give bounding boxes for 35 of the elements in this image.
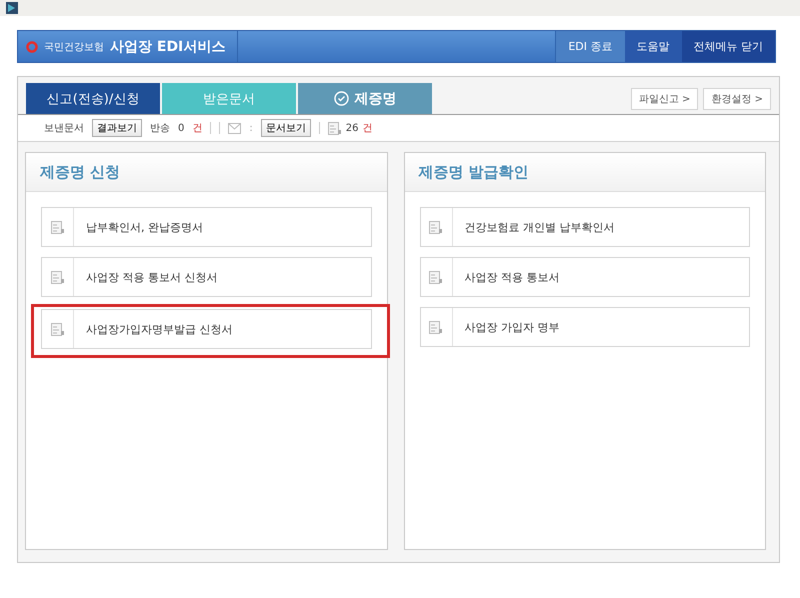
document-list-item[interactable]: 납부확인서, 완납증명서	[41, 207, 372, 247]
document-icon	[50, 322, 64, 336]
result-button[interactable]: 결과보기	[92, 119, 142, 137]
panel-title: 제증명 발급확인	[418, 162, 529, 182]
unit-label: 건	[192, 122, 202, 135]
logo-text: 국민건강보험	[44, 40, 104, 54]
link-button[interactable]: 파일신고 >	[630, 88, 698, 110]
logo-icon	[26, 40, 38, 52]
document-list-item[interactable]: 건강보험료 개인별 납부확인서	[420, 207, 750, 247]
document-icon	[50, 270, 64, 284]
header-button[interactable]: 도움말	[624, 31, 682, 62]
document-list-item[interactable]: 사업장가입자명부발급 신청서	[41, 309, 372, 349]
returned-count: 0	[178, 122, 184, 134]
panel-title: 제증명 신청	[40, 162, 120, 182]
tab[interactable]: 신고(전송)/신청	[26, 83, 160, 114]
document-list-item[interactable]: 사업장 가입자 명부	[420, 307, 750, 347]
document-icon	[429, 320, 443, 334]
view-document-button[interactable]: 문서보기	[260, 119, 311, 137]
colon-mark: :	[249, 122, 253, 134]
document-list-item[interactable]: 사업장 적용 통보서	[420, 257, 750, 297]
sent-label: 보낸문서	[44, 122, 84, 135]
header-button[interactable]: 전체메뉴 닫기	[682, 31, 775, 62]
unit-label: 건	[362, 122, 372, 135]
document-icon	[429, 220, 443, 234]
document-list-item[interactable]: 사업장 적용 통보서 신청서	[41, 257, 372, 297]
document-icon	[328, 122, 342, 134]
returned-label: 반송	[150, 122, 170, 135]
document-icon	[50, 220, 64, 234]
document-count: 26	[346, 122, 358, 134]
link-button[interactable]: 환경설정 >	[703, 88, 771, 110]
app-icon[interactable]	[6, 2, 18, 14]
app-title: 사업장 EDI서비스	[110, 38, 226, 56]
check-circle-icon	[334, 91, 348, 106]
header-button[interactable]: EDI 종료	[555, 31, 624, 62]
document-icon	[429, 270, 443, 284]
